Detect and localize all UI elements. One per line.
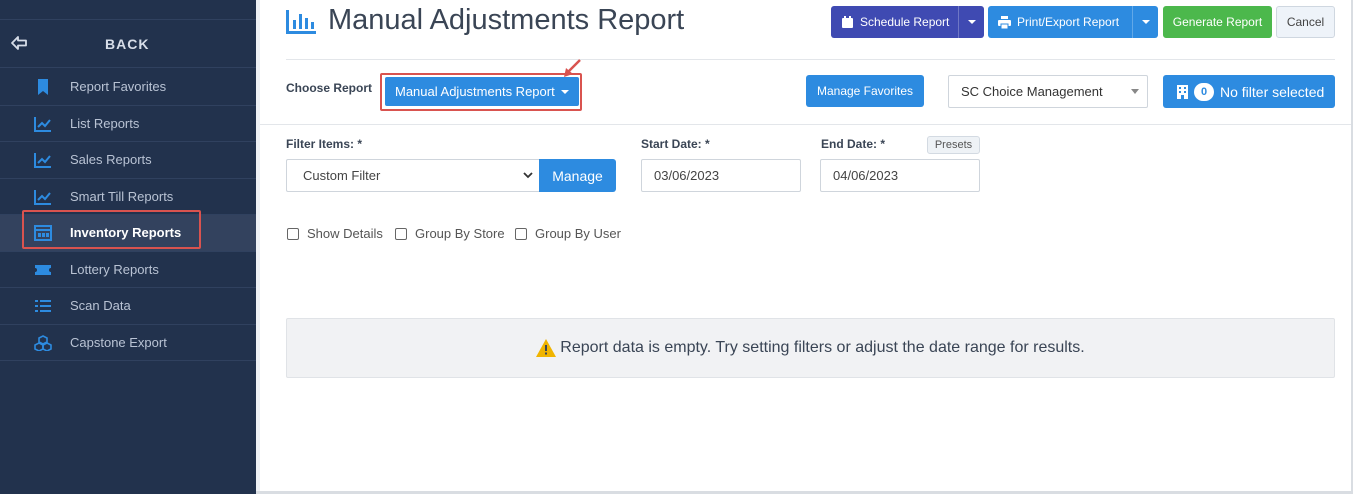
sidebar-item-scan-data[interactable]: Scan Data <box>0 288 256 325</box>
sidebar: BACK Report Favorites List Reports Sales… <box>0 0 256 494</box>
show-details-label: Show Details <box>307 226 383 241</box>
sidebar-item-label: Inventory Reports <box>70 225 182 240</box>
building-icon <box>1177 84 1188 99</box>
presets-button[interactable]: Presets <box>927 136 980 154</box>
store-select-value: SC Choice Management <box>961 84 1103 99</box>
schedule-report-button[interactable]: Schedule Report <box>831 6 984 38</box>
list-icon <box>35 300 51 312</box>
sidebar-item-report-favorites[interactable]: Report Favorites <box>0 69 256 106</box>
sidebar-item-smart-till-reports[interactable]: Smart Till Reports <box>0 179 256 215</box>
store-select[interactable]: SC Choice Management <box>948 75 1148 108</box>
caret-down-icon <box>560 89 569 94</box>
caret-down-icon <box>967 20 976 24</box>
filter-items-select[interactable]: Custom Filter <box>286 159 540 192</box>
filter-items-label: Filter Items: * <box>286 137 363 151</box>
print-dropdown-toggle[interactable] <box>1132 6 1158 38</box>
selected-report-label: Manual Adjustments Report <box>395 84 555 99</box>
header-divider <box>286 59 1335 60</box>
caret-down-icon <box>1141 20 1150 24</box>
print-export-button[interactable]: Print/Export Report <box>988 6 1158 38</box>
filter-items-value: Custom Filter <box>303 168 381 183</box>
schedule-dropdown-toggle[interactable] <box>958 6 984 38</box>
end-date-value: 04/06/2023 <box>833 168 899 183</box>
sidebar-item-capstone-export[interactable]: Capstone Export <box>0 325 256 361</box>
choose-report-label: Choose Report <box>286 81 373 95</box>
sidebar-nav: Report Favorites List Reports Sales Repo… <box>0 69 256 361</box>
checkbox-box[interactable] <box>515 227 527 240</box>
back-label: BACK <box>105 36 150 52</box>
group-by-store-checkbox[interactable]: Group By Store <box>395 226 505 241</box>
sidebar-top-strip <box>0 0 256 20</box>
end-date-label: End Date: * <box>821 137 886 151</box>
sidebar-item-sales-reports[interactable]: Sales Reports <box>0 142 256 179</box>
trend-chart-icon <box>34 189 51 205</box>
trend-chart-icon <box>34 116 51 132</box>
checkbox-box[interactable] <box>287 227 299 240</box>
start-date-label: Start Date: * <box>641 137 710 151</box>
start-date-input[interactable]: 03/06/2023 <box>641 159 801 192</box>
empty-message-text: Report data is empty. Try setting filter… <box>560 339 1085 356</box>
group-by-user-checkbox[interactable]: Group By User <box>515 226 621 241</box>
printer-icon <box>998 15 1011 29</box>
inventory-icon <box>34 225 52 241</box>
cancel-button[interactable]: Cancel <box>1276 6 1335 38</box>
sidebar-item-label: Lottery Reports <box>70 261 159 277</box>
sidebar-item-label: Smart Till Reports <box>70 188 174 204</box>
page-title: Manual Adjustments Report <box>328 4 685 36</box>
sidebar-item-list-reports[interactable]: List Reports <box>0 106 256 142</box>
trend-chart-icon <box>34 153 51 168</box>
sidebar-item-label: Capstone Export <box>70 334 167 350</box>
group-by-user-label: Group By User <box>535 226 621 241</box>
manage-favorites-button[interactable]: Manage Favorites <box>806 75 924 107</box>
bookmark-icon <box>38 79 48 95</box>
warning-icon <box>536 339 557 357</box>
start-date-value: 03/06/2023 <box>654 168 720 183</box>
cubes-icon <box>34 334 52 351</box>
section-divider <box>260 124 1353 125</box>
show-details-checkbox[interactable]: Show Details <box>287 226 383 241</box>
ticket-icon <box>35 264 51 275</box>
end-date-input[interactable]: 04/06/2023 <box>820 159 980 192</box>
bar-chart-icon <box>286 10 316 34</box>
sidebar-item-inventory-reports[interactable]: Inventory Reports <box>0 215 256 252</box>
sidebar-item-label: List Reports <box>70 115 140 131</box>
filter-count-badge: 0 <box>1194 82 1214 101</box>
generate-report-button[interactable]: Generate Report <box>1163 6 1272 38</box>
sidebar-item-label: Scan Data <box>70 298 131 313</box>
empty-report-message: Report data is empty. Try setting filter… <box>286 318 1335 378</box>
manage-filter-button[interactable]: Manage <box>539 159 616 192</box>
chevron-down-icon <box>523 172 533 179</box>
sidebar-item-label: Sales Reports <box>70 152 152 167</box>
sidebar-item-label: Report Favorites <box>70 79 167 94</box>
calendar-icon <box>842 15 853 28</box>
schedule-report-label: Schedule Report <box>860 15 950 29</box>
back-arrow-icon <box>11 36 27 50</box>
choose-report-dropdown[interactable]: Manual Adjustments Report <box>385 77 579 106</box>
checkbox-box[interactable] <box>395 227 407 240</box>
store-filter-button[interactable]: 0 No filter selected <box>1163 75 1335 108</box>
group-by-store-label: Group By Store <box>415 226 505 241</box>
filter-status-label: No filter selected <box>1220 83 1325 100</box>
sidebar-divider <box>256 0 260 494</box>
sidebar-item-lottery-reports[interactable]: Lottery Reports <box>0 252 256 288</box>
print-export-label: Print/Export Report <box>1017 15 1120 29</box>
caret-down-icon <box>1131 89 1139 94</box>
back-button[interactable]: BACK <box>0 20 256 68</box>
